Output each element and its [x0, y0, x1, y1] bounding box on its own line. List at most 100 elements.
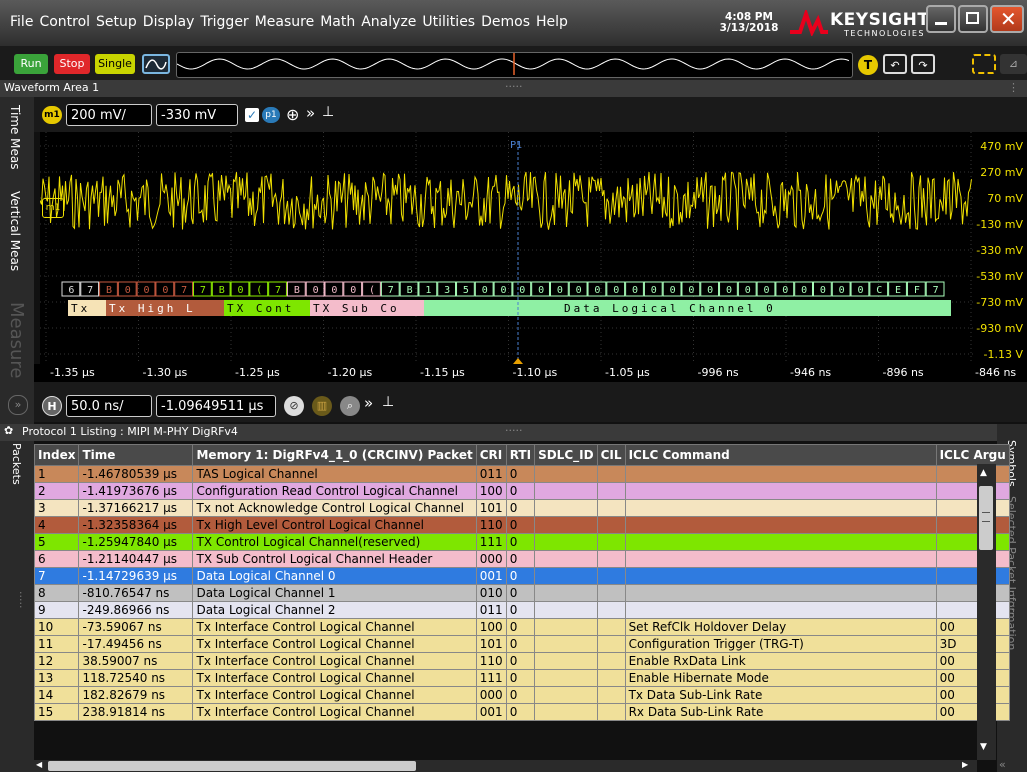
menu-help[interactable]: Help — [536, 14, 568, 36]
more-icon[interactable]: ⋮ — [1008, 81, 1019, 94]
drag-handle-icon[interactable]: ····· — [505, 80, 522, 93]
column-header[interactable]: ICLC Argu — [935, 444, 1010, 466]
table-row[interactable]: 6 -1.21140447 µs TX Sub Control Logical Ch… — [33, 550, 1010, 568]
column-header[interactable]: Memory 1: DigRFv4_1_0 (CRCINV) Packet — [192, 444, 477, 466]
menu-setup[interactable]: Setup — [96, 14, 137, 36]
table-row[interactable]: 8 -810.76547 ns Data Logical Channel 1 010 0 — [33, 584, 1010, 602]
table-row[interactable]: 4 -1.32358364 µs Tx High Level Control Log… — [33, 516, 1010, 534]
segment-icon[interactable]: ▥ — [312, 396, 332, 416]
undo-button[interactable]: ↶ — [883, 54, 907, 74]
clock-date: 3/13/2018 — [719, 22, 779, 34]
column-header[interactable]: Index — [33, 444, 80, 466]
vertical-scroll-thumb[interactable] — [979, 486, 993, 550]
waveform-overview[interactable] — [176, 52, 853, 78]
table-row[interactable]: 7 -1.14729639 µs Data Logical Channel 0 001… — [33, 567, 1010, 585]
table-cell: 101 — [475, 499, 507, 517]
gear-icon[interactable]: ✿ — [4, 424, 13, 437]
vertical-offset-field[interactable]: -330 mV — [156, 104, 238, 126]
autoscale-button[interactable] — [142, 54, 170, 74]
column-header[interactable]: SDLC_ID — [534, 444, 598, 466]
v-axis-label: -930 mV — [976, 322, 1023, 335]
table-row[interactable]: 13 118.72540 ns Tx Interface Control Logic… — [33, 669, 1010, 687]
pin-icon-2[interactable]: ⊥ — [382, 394, 394, 410]
table-row[interactable]: 1 -1.46780539 µs TAS Logical Channel 011 0 — [33, 465, 1010, 483]
maximize-button[interactable] — [958, 5, 988, 33]
vertical-scrollbar[interactable]: ▲ ▼ — [977, 464, 996, 760]
tab-measure[interactable]: Measure — [6, 302, 27, 379]
menu-display[interactable]: Display — [143, 14, 195, 36]
search-icon[interactable]: ⌕ — [340, 396, 360, 416]
column-header[interactable]: RTI — [505, 444, 536, 466]
ground-marker[interactable]: m1 — [42, 198, 64, 218]
display-checkbox[interactable]: ✓ — [245, 108, 259, 122]
tab-packets[interactable]: Packets — [10, 443, 23, 485]
column-header[interactable]: CIL — [596, 444, 626, 466]
menu-utilities[interactable]: Utilities — [422, 14, 475, 36]
scroll-down-icon[interactable]: ▼ — [980, 742, 987, 752]
horizontal-badge[interactable]: H — [42, 396, 62, 416]
more-tools-button[interactable]: ⊿ — [1000, 54, 1027, 74]
run-button[interactable]: Run — [14, 54, 48, 74]
menu-file[interactable]: File — [10, 14, 33, 36]
trigger-badge[interactable]: T — [858, 55, 878, 75]
double-chevron-right-icon-2[interactable]: » — [364, 394, 373, 412]
marker-label[interactable]: P1 — [510, 140, 522, 151]
scroll-right-icon[interactable]: ▶ — [962, 760, 968, 769]
table-cell: 15 — [33, 703, 80, 721]
scroll-up-icon[interactable]: ▲ — [980, 468, 987, 478]
collapse-icon[interactable]: « — [999, 758, 1025, 772]
column-header[interactable]: CRI — [475, 444, 507, 466]
bus-hex-value: 7 — [275, 285, 281, 296]
horizontal-scrollbar[interactable]: ◀ ▶ — [34, 760, 977, 772]
decode-segment-label: Tx High L — [109, 302, 196, 315]
delay-field[interactable]: -1.09649511 µs — [156, 395, 276, 417]
close-button[interactable]: ✕ — [990, 5, 1024, 33]
column-header[interactable]: ICLC Command — [624, 444, 937, 466]
column-header[interactable]: Time — [78, 444, 194, 466]
expand-panel-button[interactable]: » — [8, 395, 28, 415]
table-cell: Data Logical Channel 2 — [192, 601, 477, 619]
table-row[interactable]: 2 -1.41973676 µs Configuration Read Contro… — [33, 482, 1010, 500]
waveform-graticule[interactable]: 6 7 B 0 0 0 7 7 B 0 (7 B 0 0 0 (7 B 1 3 5 0 0 0 0 0 0 0 0 0 0 0 0 0 0 0 0 0 0… — [39, 132, 973, 372]
minimize-button[interactable] — [926, 5, 956, 33]
table-row[interactable]: 10 -73.59067 ns Tx Interface Control Logic… — [33, 618, 1010, 636]
table-row[interactable]: 9 -249.86966 ns Data Logical Channel 2 011 0 — [33, 601, 1010, 619]
tab-time-meas[interactable]: Time Meas — [8, 105, 22, 170]
tab-vertical-meas[interactable]: Vertical Meas — [8, 191, 22, 271]
protocol-badge[interactable]: p1 — [262, 107, 280, 123]
single-button[interactable]: Single — [95, 54, 135, 74]
vertical-scale-field[interactable]: 200 mV/ — [66, 104, 152, 126]
timebase-field[interactable]: 50.0 ns/ — [66, 395, 152, 417]
add-icon[interactable]: ⊕ — [286, 105, 299, 124]
zoom-icon[interactable]: ⊘ — [284, 396, 304, 416]
horizontal-scroll-thumb[interactable] — [48, 761, 416, 771]
drag-handle-icon-2[interactable]: ····· — [505, 424, 522, 437]
stop-button[interactable]: Stop — [54, 54, 90, 74]
pin-icon[interactable]: ⊥ — [322, 104, 334, 120]
double-chevron-right-icon[interactable]: » — [306, 104, 315, 122]
redo-button[interactable]: ↷ — [911, 54, 935, 74]
menu-measure[interactable]: Measure — [255, 14, 315, 36]
table-cell — [596, 635, 626, 653]
table-cell: Rx Data Sub-Link Rate — [624, 703, 937, 721]
table-row[interactable]: 11 -17.49456 ns Tx Interface Control Logic… — [33, 635, 1010, 653]
protocol-listing-header: ✿ Protocol 1 Listing : MIPI M-PHY DigRFv… — [0, 424, 1027, 441]
table-row[interactable]: 5 -1.25947840 µs TX Control Logical Channe… — [33, 533, 1010, 551]
menu-math[interactable]: Math — [320, 14, 355, 36]
menu-demos[interactable]: Demos — [481, 14, 530, 36]
resize-grip-icon[interactable]: ····· — [14, 591, 27, 608]
table-row[interactable]: 14 182.82679 ns Tx Interface Control Logic… — [33, 686, 1010, 704]
zoom-box-button[interactable] — [972, 54, 996, 74]
menu-trigger[interactable]: Trigger — [200, 14, 248, 36]
table-cell: 5 — [33, 533, 80, 551]
table-cell — [596, 482, 626, 500]
table-row[interactable]: 12 38.59007 ns Tx Interface Control Logica… — [33, 652, 1010, 670]
menu-analyze[interactable]: Analyze — [361, 14, 416, 36]
table-cell: 00 — [935, 686, 1010, 704]
table-row[interactable]: 15 238.91814 ns Tx Interface Control Logic… — [33, 703, 1010, 721]
channel-badge[interactable]: m1 — [42, 106, 62, 124]
table-row[interactable]: 3 -1.37166217 µs Tx not Acknowledge Contro… — [33, 499, 1010, 517]
scroll-left-icon[interactable]: ◀ — [36, 760, 42, 769]
menu-control[interactable]: Control — [39, 14, 90, 36]
t-axis-label: -1.20 µs — [327, 366, 373, 379]
